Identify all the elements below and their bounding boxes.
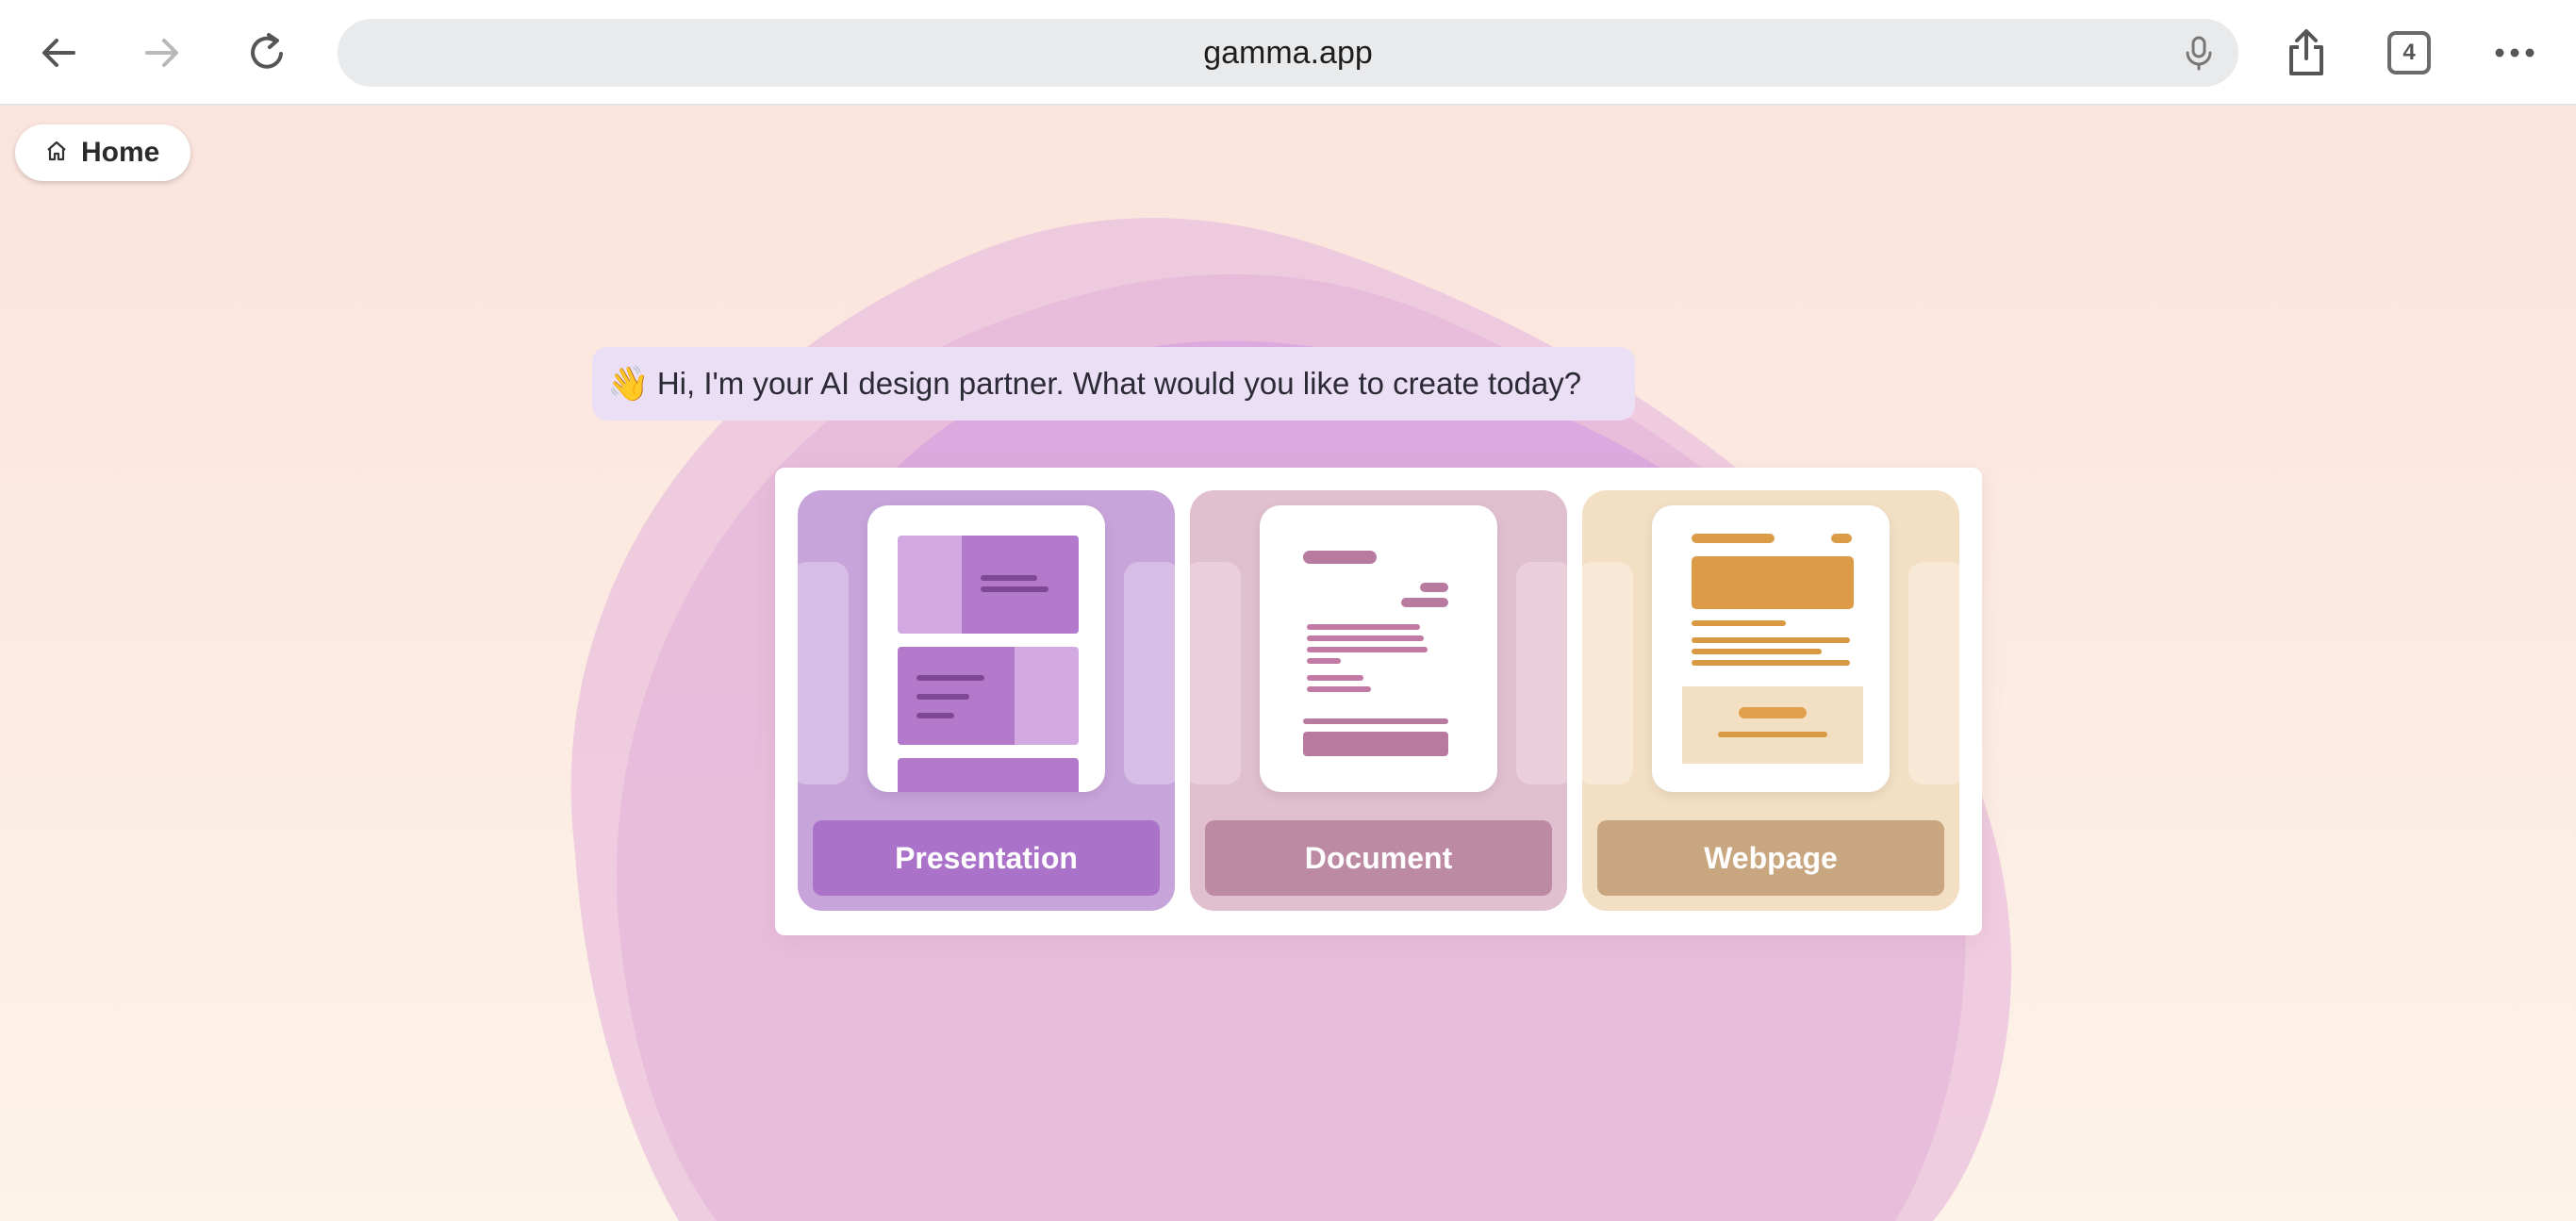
microphone-icon[interactable]: [2180, 34, 2218, 72]
ghost-page: [1908, 562, 1959, 784]
home-icon: [45, 140, 68, 167]
presentation-preview-illustration: [867, 505, 1105, 792]
more-icon[interactable]: [2486, 25, 2543, 81]
waving-hand-icon: 👋: [607, 364, 650, 403]
ghost-slide: [1124, 562, 1175, 784]
tabs-icon[interactable]: 4: [2387, 31, 2431, 74]
webpage-option-card[interactable]: Webpage: [1582, 490, 1959, 911]
presentation-button[interactable]: Presentation: [813, 820, 1160, 896]
ghost-page: [1516, 562, 1567, 784]
document-preview-illustration: [1260, 505, 1497, 792]
presentation-option-card[interactable]: Presentation: [798, 490, 1175, 911]
browser-toolbar: gamma.app 4: [0, 0, 2576, 106]
ghost-page: [1190, 562, 1241, 784]
forward-arrow-icon[interactable]: [134, 25, 190, 81]
ghost-page: [1582, 562, 1633, 784]
reload-icon[interactable]: [239, 25, 295, 81]
greeting-text: Hi, I'm your AI design partner. What wou…: [656, 366, 1582, 401]
home-button[interactable]: Home: [15, 124, 190, 181]
ghost-slide: [798, 562, 849, 784]
url-text: gamma.app: [1203, 35, 1373, 71]
webpage-button[interactable]: Webpage: [1597, 820, 1944, 896]
back-arrow-icon[interactable]: [30, 25, 87, 81]
page-content: Home 👋 Hi, I'm your AI design partner. W…: [0, 107, 2576, 1221]
address-bar[interactable]: gamma.app: [338, 19, 2238, 87]
document-option-card[interactable]: Document: [1190, 490, 1567, 911]
document-button[interactable]: Document: [1205, 820, 1552, 896]
ai-greeting-bubble: 👋 Hi, I'm your AI design partner. What w…: [592, 347, 1635, 421]
share-icon[interactable]: [2278, 25, 2335, 81]
home-label: Home: [81, 137, 160, 168]
create-options-panel: Presentation Document Webpage: [775, 468, 1982, 935]
webpage-preview-illustration: [1652, 505, 1890, 792]
